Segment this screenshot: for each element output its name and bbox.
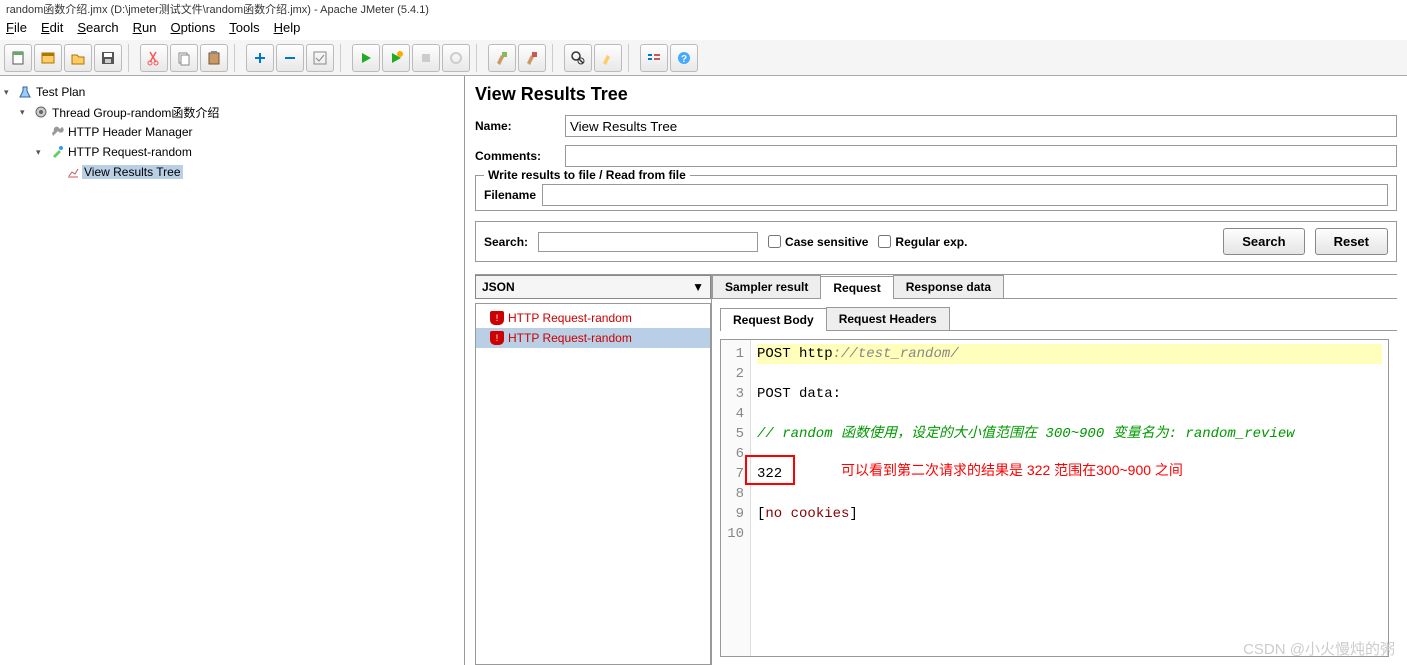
- sampler-list[interactable]: ! HTTP Request-random ! HTTP Request-ran…: [475, 303, 711, 665]
- chart-icon: [64, 164, 82, 180]
- tree-toggle-icon[interactable]: ▾: [4, 87, 16, 98]
- menu-run[interactable]: Run: [133, 20, 157, 38]
- menu-search[interactable]: Search: [77, 20, 118, 38]
- menu-tools[interactable]: Tools: [229, 20, 259, 38]
- reset-search-icon[interactable]: [594, 44, 622, 72]
- code-editor[interactable]: 12345678910 POST http://test_random/ POS…: [720, 339, 1389, 657]
- tree-thread-group[interactable]: Thread Group-random函数介绍: [50, 104, 221, 121]
- code-body: POST http://test_random/ POST data: // r…: [751, 340, 1388, 656]
- tree-header-manager[interactable]: HTTP Header Manager: [66, 125, 195, 139]
- open-icon[interactable]: [64, 44, 92, 72]
- filename-label: Filename: [484, 188, 536, 202]
- start-no-timers-icon[interactable]: [382, 44, 410, 72]
- file-groupbox: Write results to file / Read from file F…: [475, 175, 1397, 211]
- tree-http-request[interactable]: HTTP Request-random: [66, 145, 194, 159]
- error-shield-icon: !: [490, 331, 504, 345]
- flask-icon: [16, 84, 34, 100]
- copy-icon[interactable]: [170, 44, 198, 72]
- templates-icon[interactable]: [34, 44, 62, 72]
- comments-input[interactable]: [565, 145, 1397, 167]
- cut-icon[interactable]: [140, 44, 168, 72]
- reset-button[interactable]: Reset: [1315, 228, 1388, 255]
- shutdown-icon[interactable]: [442, 44, 470, 72]
- search-button[interactable]: Search: [1223, 228, 1304, 255]
- line-gutter: 12345678910: [721, 340, 751, 656]
- svg-text:?: ?: [681, 54, 687, 65]
- error-shield-icon: !: [490, 311, 504, 325]
- filename-input[interactable]: [542, 184, 1388, 206]
- clear-icon[interactable]: [488, 44, 516, 72]
- annotation-box: [745, 455, 795, 485]
- subtab-request-headers[interactable]: Request Headers: [826, 307, 950, 330]
- sampler-item[interactable]: ! HTTP Request-random: [476, 328, 710, 348]
- tab-response-data[interactable]: Response data: [893, 275, 1004, 298]
- watermark: CSDN @小火慢炖的粥: [1243, 638, 1395, 659]
- wrench-icon: [48, 124, 66, 140]
- sampler-item[interactable]: ! HTTP Request-random: [476, 308, 710, 328]
- tree-test-plan[interactable]: Test Plan: [34, 85, 87, 99]
- subtab-request-body[interactable]: Request Body: [720, 308, 827, 331]
- menu-edit[interactable]: Edit: [41, 20, 63, 38]
- tree-view-results[interactable]: View Results Tree: [82, 165, 183, 179]
- search-input[interactable]: [538, 232, 758, 252]
- function-helper-icon[interactable]: [640, 44, 668, 72]
- help-icon[interactable]: ?: [670, 44, 698, 72]
- menu-help[interactable]: Help: [274, 20, 301, 38]
- renderer-dropdown[interactable]: JSON ▼: [475, 275, 711, 299]
- test-plan-tree[interactable]: ▾ Test Plan ▾ Thread Group-random函数介绍 HT…: [0, 76, 465, 665]
- case-sensitive-checkbox[interactable]: Case sensitive: [768, 235, 868, 249]
- new-icon[interactable]: [4, 44, 32, 72]
- gear-icon: [32, 104, 50, 120]
- toggle-icon[interactable]: [306, 44, 334, 72]
- stop-icon[interactable]: [412, 44, 440, 72]
- tree-toggle-icon[interactable]: ▾: [20, 107, 32, 118]
- clear-all-icon[interactable]: [518, 44, 546, 72]
- tree-toggle-icon[interactable]: ▾: [36, 147, 48, 158]
- chevron-down-icon: ▼: [692, 280, 704, 294]
- window-title: random函数介绍.jmx (D:\jmeter测试文件\random函数介绍…: [0, 0, 1407, 18]
- tab-request[interactable]: Request: [820, 276, 893, 299]
- menu-file[interactable]: File: [6, 20, 27, 38]
- menu-options[interactable]: Options: [170, 20, 215, 38]
- expand-icon[interactable]: [246, 44, 274, 72]
- file-group-legend: Write results to file / Read from file: [484, 168, 690, 182]
- paste-icon[interactable]: [200, 44, 228, 72]
- name-label: Name:: [475, 119, 565, 133]
- tab-sampler-result[interactable]: Sampler result: [712, 275, 821, 298]
- search-icon[interactable]: [564, 44, 592, 72]
- save-icon[interactable]: [94, 44, 122, 72]
- comments-label: Comments:: [475, 149, 565, 163]
- collapse-icon[interactable]: [276, 44, 304, 72]
- name-input[interactable]: [565, 115, 1397, 137]
- start-icon[interactable]: [352, 44, 380, 72]
- regex-checkbox[interactable]: Regular exp.: [878, 235, 967, 249]
- panel-title: View Results Tree: [475, 84, 1397, 105]
- annotation-text: 可以看到第二次请求的结果是 322 范围在300~900 之间: [841, 460, 1183, 480]
- toolbar: ?: [0, 40, 1407, 76]
- pipette-icon: [48, 144, 66, 160]
- menubar: File Edit Search Run Options Tools Help: [0, 18, 1407, 40]
- search-label: Search:: [484, 235, 528, 249]
